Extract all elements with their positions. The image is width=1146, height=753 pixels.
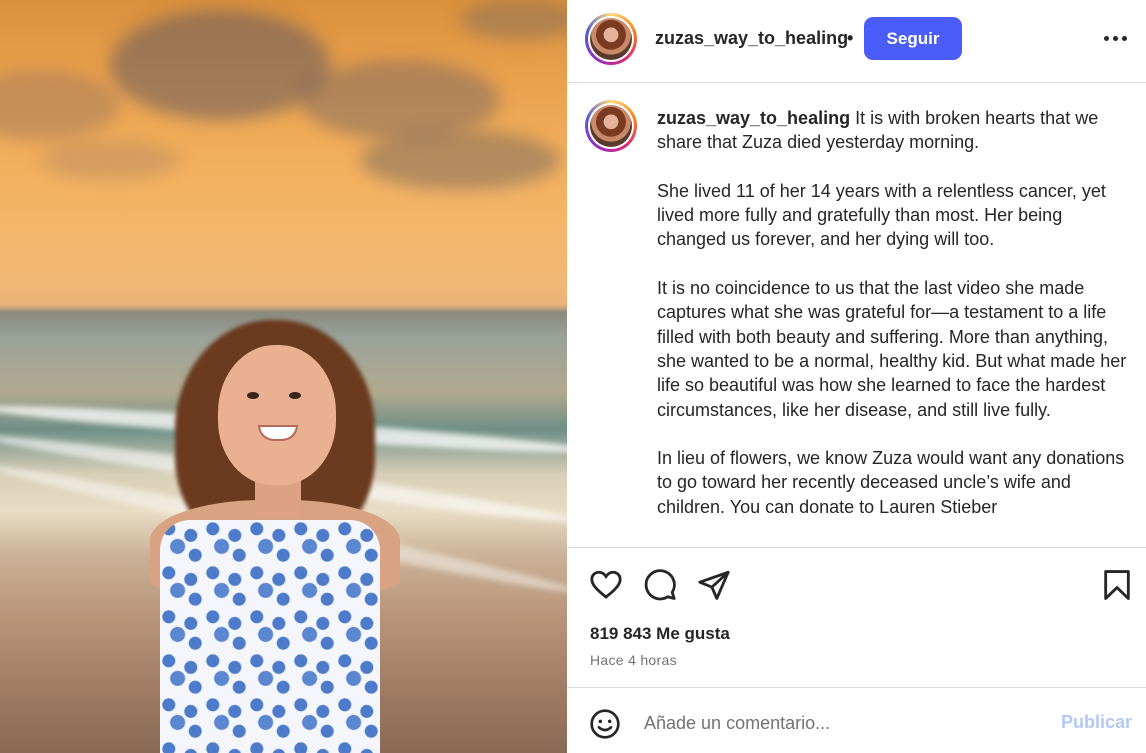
username-link[interactable]: zuzas_way_to_healing	[655, 28, 848, 49]
caption-paragraph: She lived 11 of her 14 years with a rele…	[657, 180, 1106, 250]
avatar[interactable]	[585, 13, 637, 65]
emoji-icon[interactable]	[589, 708, 621, 740]
send-icon[interactable]	[697, 568, 731, 602]
cloud	[110, 10, 330, 120]
follow-button[interactable]: Seguir	[864, 17, 962, 60]
post-actions: 819 843 Me gusta Hace 4 horas	[567, 547, 1146, 687]
publish-button[interactable]: Publicar	[1061, 712, 1132, 733]
post-panel: zuzas_way_to_healing • Seguir zuzas_way_…	[567, 0, 1146, 753]
cloud	[40, 140, 180, 180]
cloud	[300, 60, 500, 140]
comment-input[interactable]	[644, 706, 1024, 740]
bookmark-icon[interactable]	[1100, 568, 1134, 602]
caption-paragraph: In lieu of flowers, we know Zuza would w…	[657, 448, 1125, 517]
girl-eye	[289, 392, 301, 399]
avatar[interactable]	[585, 100, 637, 152]
cloud	[360, 130, 560, 190]
caption-paragraph: It is no coincidence to us that the last…	[657, 278, 1127, 420]
separator-dot: •	[847, 28, 854, 48]
comment-bar: Publicar	[567, 687, 1146, 753]
post-image[interactable]	[0, 0, 567, 753]
comment-icon[interactable]	[643, 568, 677, 602]
cloud	[460, 0, 567, 40]
cloud	[0, 70, 120, 140]
post-timestamp[interactable]: Hace 4 horas	[590, 652, 677, 668]
more-options-icon[interactable]	[1104, 36, 1128, 44]
post-header: zuzas_way_to_healing • Seguir	[567, 0, 1146, 83]
post-caption: zuzas_way_to_healing It is with broken h…	[657, 106, 1127, 543]
like-count[interactable]: 819 843 Me gusta	[590, 624, 730, 644]
girl-eye	[247, 392, 259, 399]
floral-dress	[160, 520, 380, 753]
girl-face	[218, 345, 336, 485]
heart-icon[interactable]	[589, 568, 623, 602]
caption-username-link[interactable]: zuzas_way_to_healing	[657, 108, 850, 128]
caption-area[interactable]: zuzas_way_to_healing It is with broken h…	[567, 84, 1146, 547]
